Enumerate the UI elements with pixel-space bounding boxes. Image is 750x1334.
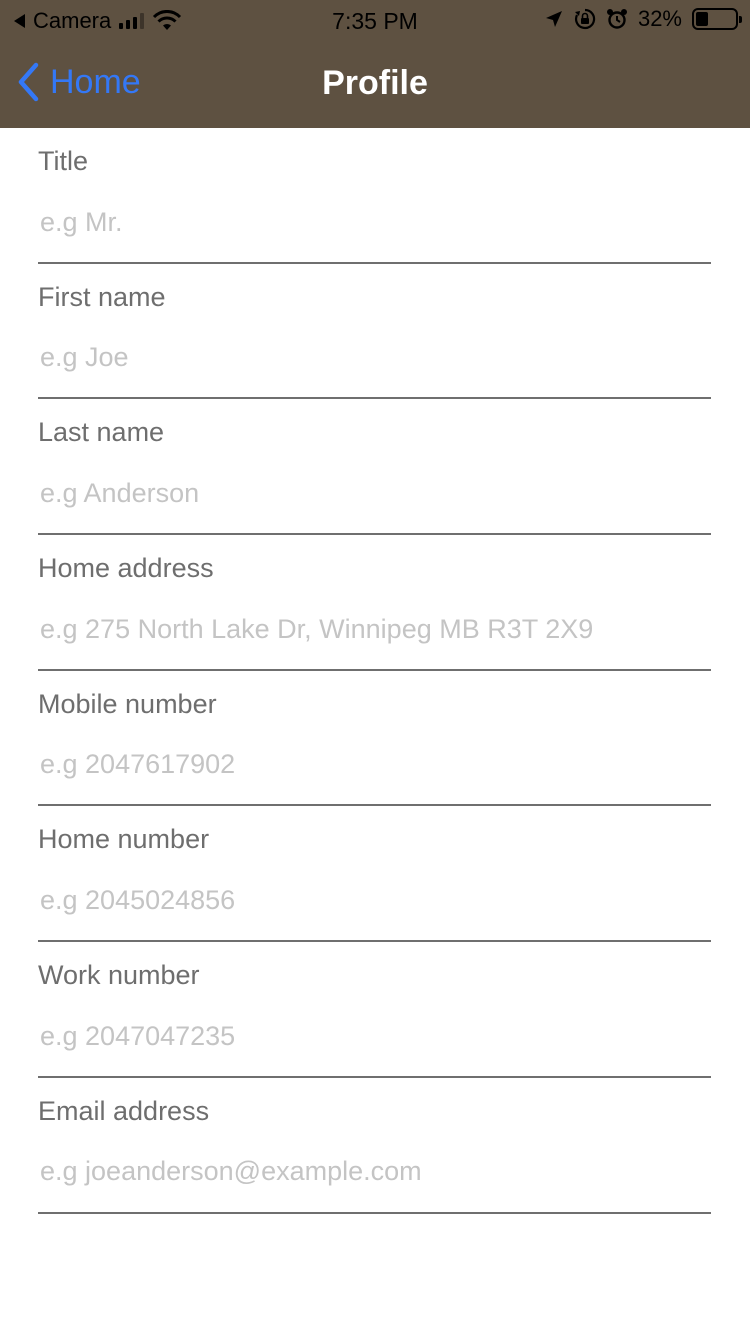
field-home-address: Home address xyxy=(38,535,711,671)
field-label: Work number xyxy=(38,960,200,991)
field-work-number: Work number xyxy=(38,942,711,1078)
field-label: Email address xyxy=(38,1095,210,1126)
field-label: Mobile number xyxy=(38,688,217,719)
field-label: First name xyxy=(38,281,166,312)
mobile-number-input[interactable] xyxy=(38,742,711,787)
field-title: Title xyxy=(38,128,711,264)
status-bar: Camera 7:35 PM 32% xyxy=(0,0,750,40)
field-label: Home number xyxy=(38,824,210,855)
battery-percent: 32% xyxy=(637,6,682,31)
status-right: 32% xyxy=(544,6,742,32)
alarm-icon xyxy=(606,9,627,29)
field-label: Title xyxy=(38,146,89,176)
title-input[interactable] xyxy=(38,200,711,244)
field-mobile-number: Mobile number xyxy=(38,671,711,807)
field-label: Last name xyxy=(38,417,165,448)
field-last-name: Last name xyxy=(38,399,711,536)
email-address-input[interactable] xyxy=(38,1149,711,1194)
top-bar: Camera 7:35 PM 32% Home Profile xyxy=(0,0,750,128)
field-first-name: First name xyxy=(38,264,711,400)
location-icon xyxy=(545,11,562,27)
last-name-input[interactable] xyxy=(38,471,711,516)
battery-icon xyxy=(692,8,742,30)
first-name-input[interactable] xyxy=(38,335,711,380)
home-number-input[interactable] xyxy=(38,878,711,923)
field-home-number: Home number xyxy=(38,806,711,943)
home-address-input[interactable] xyxy=(38,607,711,652)
page-title: Profile xyxy=(322,64,428,102)
profile-form: Title First name Last name Home address … xyxy=(38,128,711,1214)
orientation-lock-icon xyxy=(574,8,596,30)
work-number-input[interactable] xyxy=(38,1014,711,1059)
field-email-address: Email address xyxy=(38,1078,711,1214)
battery-fill xyxy=(696,12,708,26)
field-label: Home address xyxy=(38,553,214,584)
navigation-bar: Home Profile xyxy=(0,40,750,128)
